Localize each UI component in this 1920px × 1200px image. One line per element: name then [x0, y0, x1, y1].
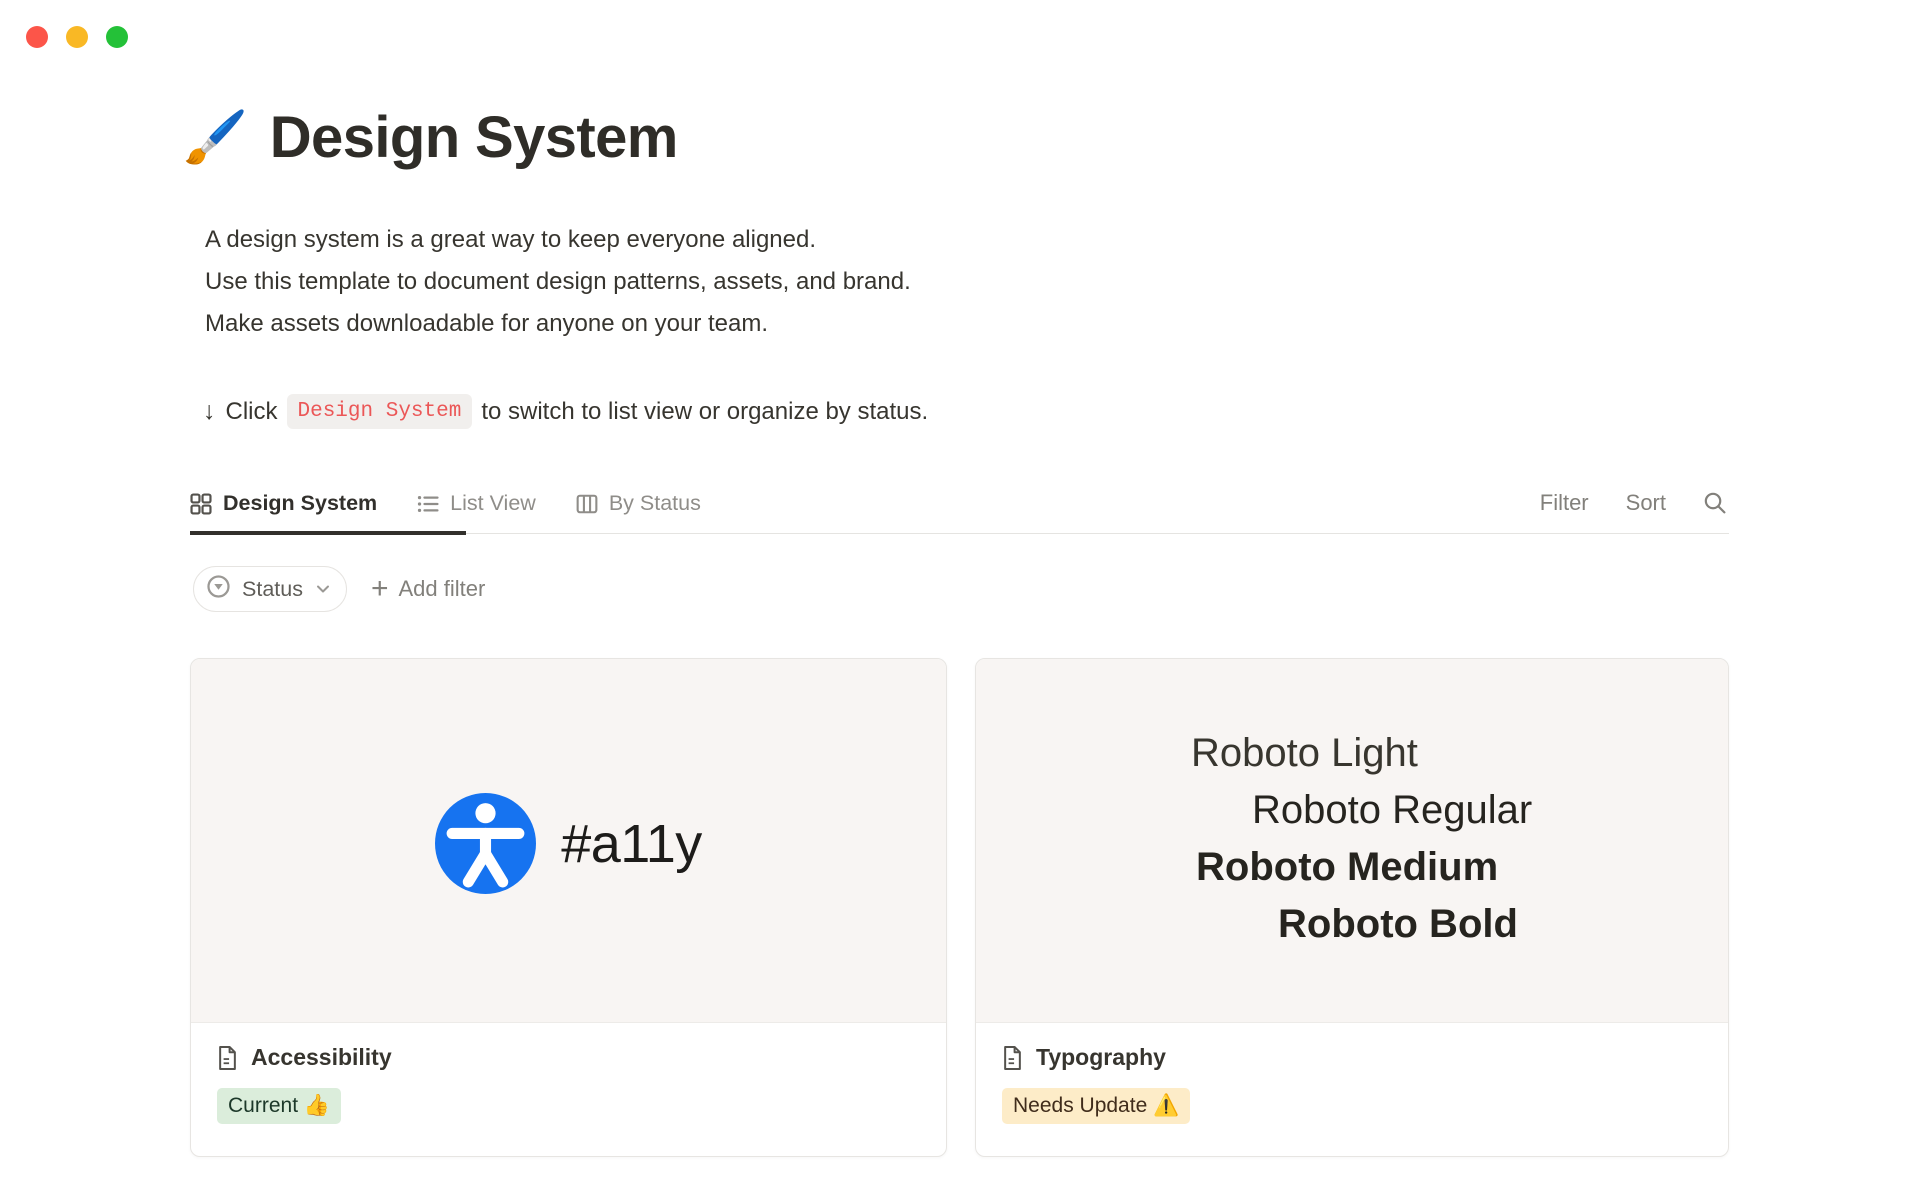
status-filter-label: Status [242, 577, 303, 602]
callout-text-after: to switch to list view or organize by st… [481, 398, 928, 426]
description-line: A design system is a great way to keep e… [205, 219, 911, 261]
add-filter-button[interactable]: + Add filter [371, 574, 485, 604]
plus-icon: + [371, 574, 389, 604]
accessibility-icon [435, 793, 536, 894]
description-line: Use this template to document design pat… [205, 261, 911, 303]
page-title: Design System [270, 104, 678, 171]
tab-label: By Status [609, 491, 701, 516]
tab-list-view[interactable]: List View [417, 491, 536, 516]
tab-design-system[interactable]: Design System [190, 491, 377, 516]
grid-icon [190, 493, 212, 515]
search-icon[interactable] [1703, 491, 1727, 515]
status-badge-current: Current 👍 [217, 1088, 341, 1124]
callout-text-before: Click [226, 398, 278, 426]
board-icon [576, 493, 598, 515]
card-preview: Roboto Light Roboto Regular Roboto Mediu… [976, 659, 1728, 1023]
status-filter-pill[interactable]: Status [193, 566, 347, 612]
status-badge-needs-update: Needs Update ⚠️ [1002, 1088, 1190, 1124]
filter-button[interactable]: Filter [1540, 490, 1589, 516]
gallery-card-typography[interactable]: Roboto Light Roboto Regular Roboto Mediu… [975, 658, 1729, 1157]
inline-code-chip: Design System [287, 394, 473, 429]
maximize-window-button[interactable] [106, 26, 128, 48]
paintbrush-emoji-icon[interactable]: 🖌️ [183, 112, 248, 164]
page-header: 🖌️ Design System [183, 104, 678, 171]
description-line: Make assets downloadable for anyone on y… [205, 303, 911, 345]
tab-label: Design System [223, 491, 377, 516]
font-sample-bold: Roboto Bold [1278, 900, 1518, 948]
view-tab-bar: Design System List View [190, 474, 1729, 534]
font-sample-light: Roboto Light [1191, 729, 1418, 777]
add-filter-label: Add filter [398, 576, 485, 602]
font-sample-medium: Roboto Medium [1196, 843, 1498, 891]
list-icon [417, 493, 439, 515]
page-description: A design system is a great way to keep e… [205, 219, 911, 345]
notion-window: 🖌️ Design System A design system is a gr… [0, 0, 1920, 1200]
close-window-button[interactable] [26, 26, 48, 48]
sort-button[interactable]: Sort [1626, 490, 1666, 516]
chevron-down-icon [316, 584, 330, 594]
minimize-window-button[interactable] [66, 26, 88, 48]
card-title: Accessibility [251, 1044, 392, 1071]
filter-bar: Status + Add filter [193, 566, 485, 612]
status-property-icon [206, 574, 231, 605]
tab-label: List View [450, 491, 536, 516]
page-document-icon [1002, 1045, 1023, 1071]
down-arrow-icon: ↓ [203, 397, 216, 426]
active-tab-indicator [190, 531, 466, 535]
font-sample-regular: Roboto Regular [1252, 786, 1532, 834]
callout-line: ↓ Click Design System to switch to list … [203, 394, 928, 429]
tab-by-status[interactable]: By Status [576, 491, 701, 516]
page-document-icon [217, 1045, 238, 1071]
card-title: Typography [1036, 1044, 1166, 1071]
gallery-card-accessibility[interactable]: #a11y Accessibility Current 👍 [190, 658, 947, 1157]
card-preview: #a11y [191, 659, 946, 1023]
a11y-hashtag-text: #a11y [561, 813, 702, 875]
window-controls [26, 26, 128, 48]
